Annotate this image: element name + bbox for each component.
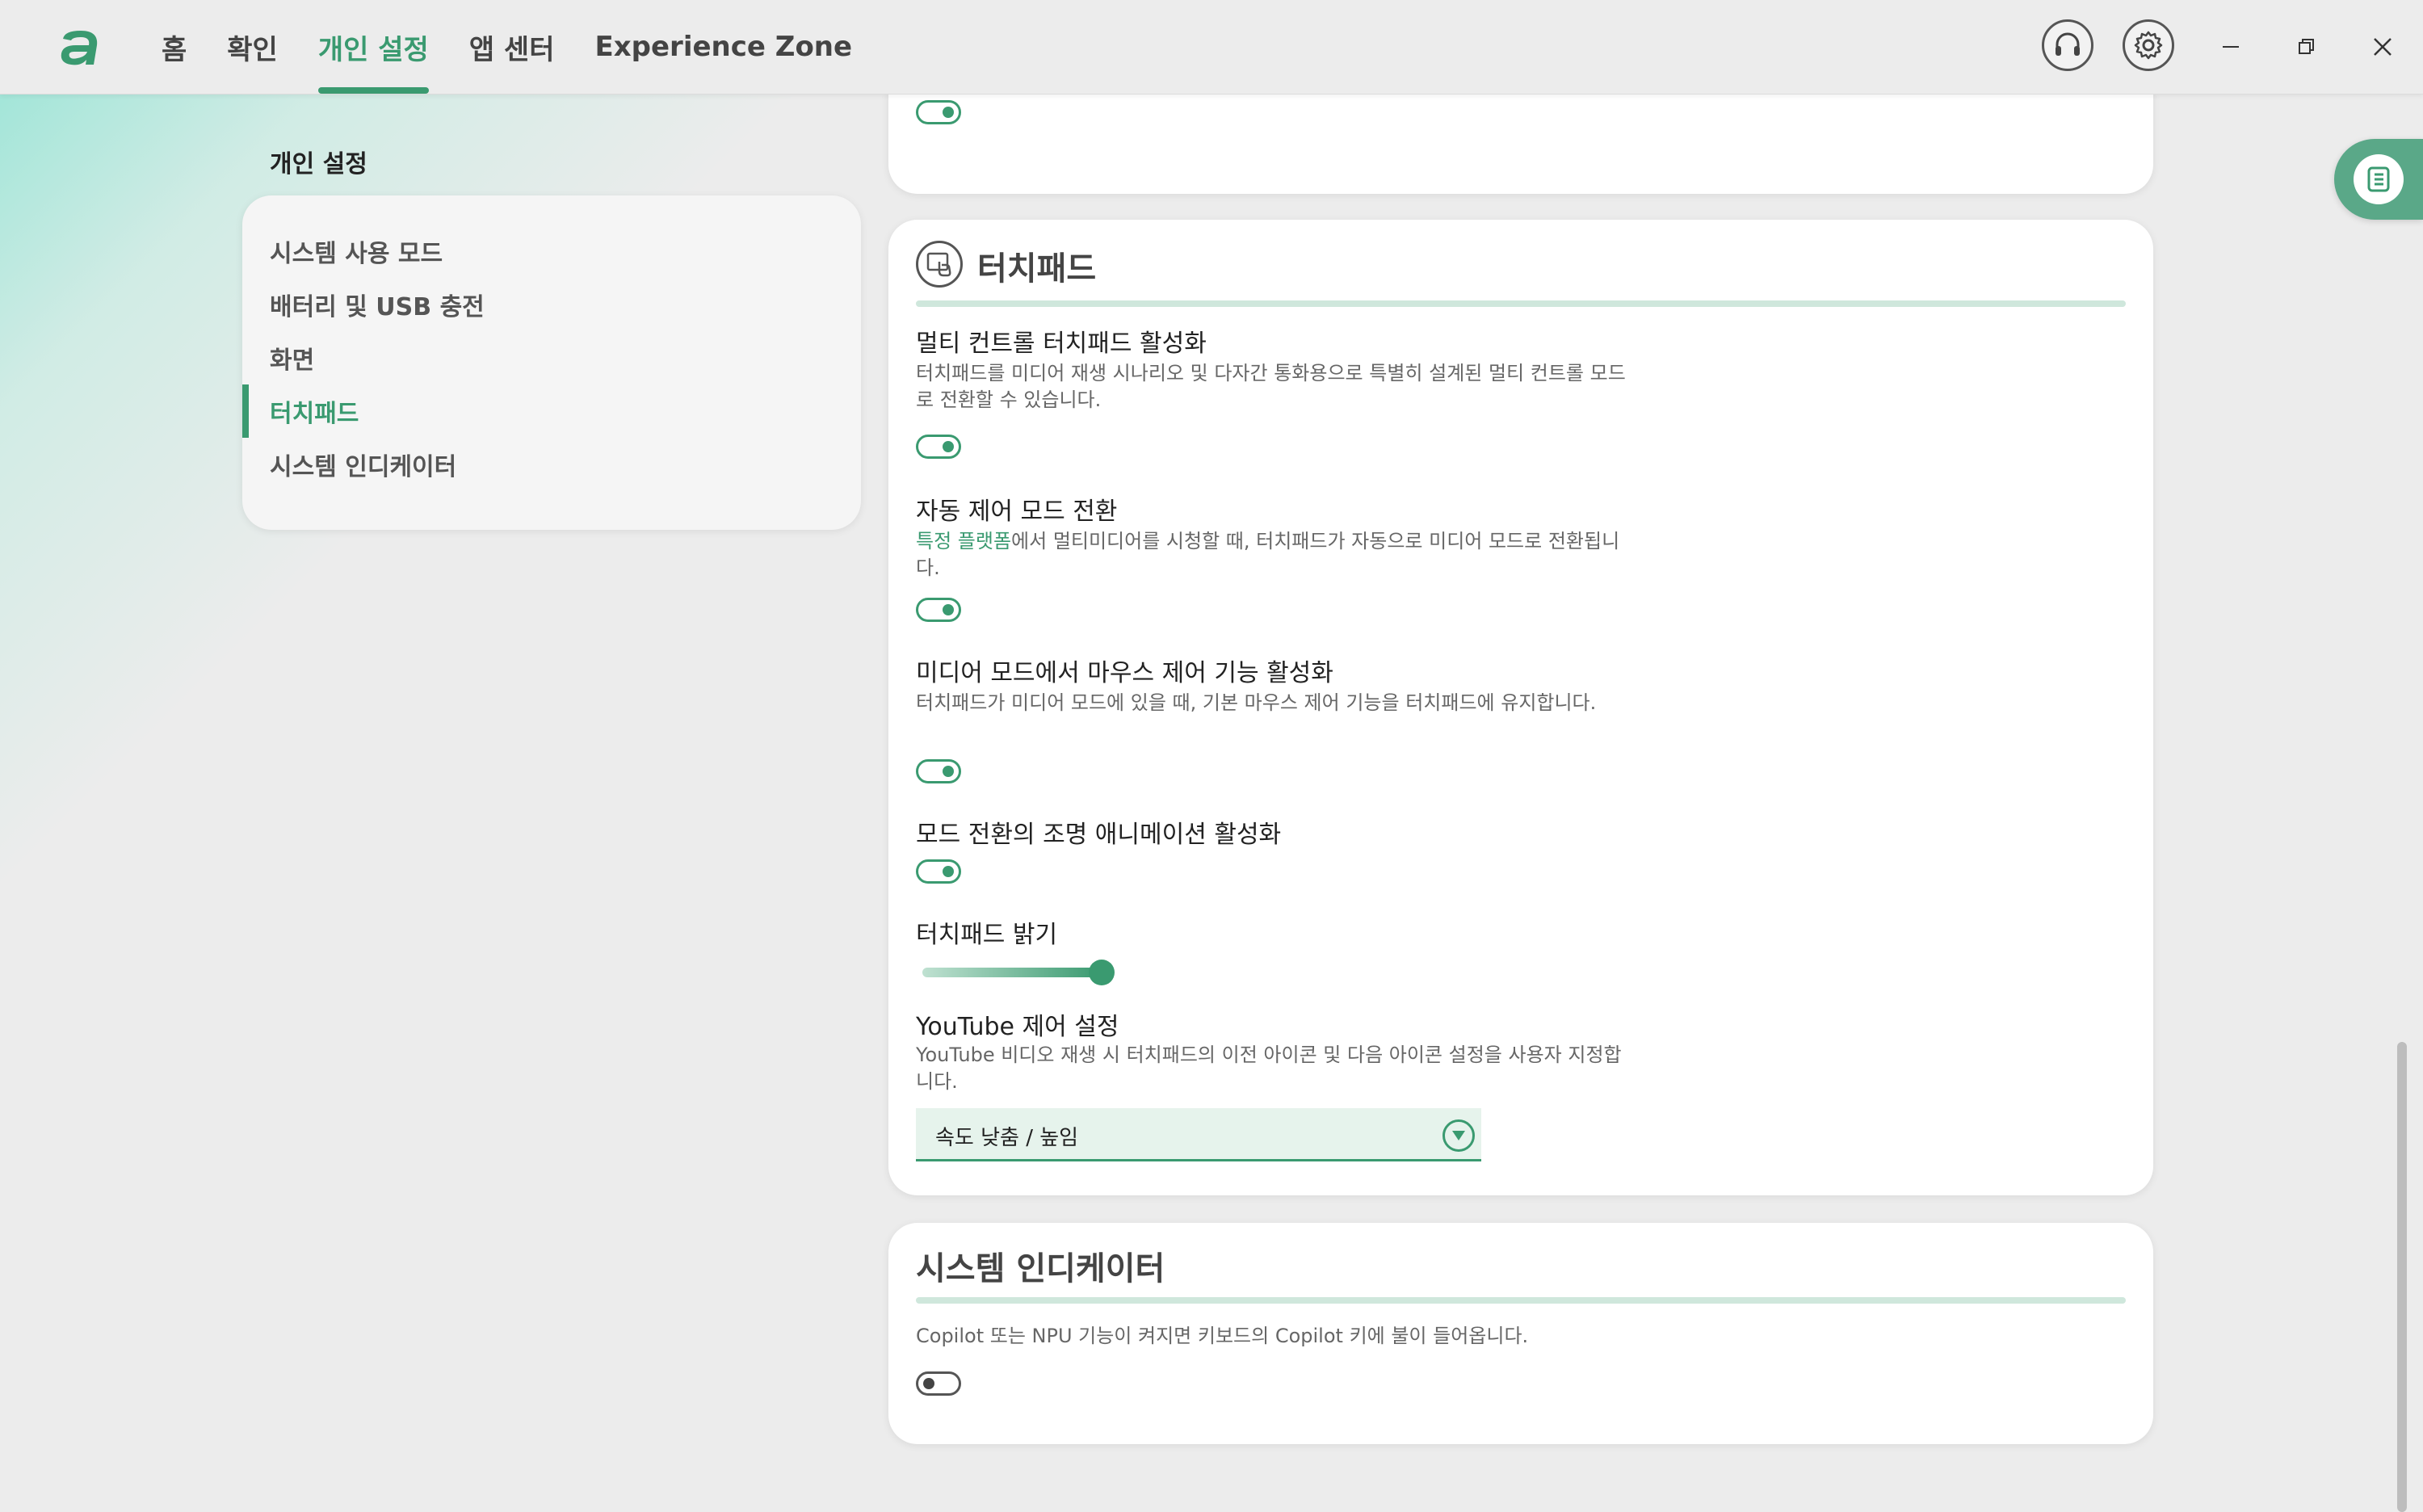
- specific-platform-link[interactable]: 특정 플랫폼: [916, 530, 1011, 552]
- multi-control-title: 멀티 컨트롤 터치패드 활성화: [916, 330, 1207, 358]
- settings-button[interactable]: [2123, 19, 2174, 71]
- mouse-control-toggle[interactable]: [916, 759, 961, 783]
- indicator-toggle[interactable]: [916, 1371, 961, 1396]
- auto-switch-title: 자동 제어 모드 전환: [916, 498, 1118, 526]
- minimize-icon: [2223, 46, 2239, 48]
- brightness-slider[interactable]: [922, 968, 1102, 977]
- mouse-control-title: 미디어 모드에서 마우스 제어 기능 활성화: [916, 659, 1333, 687]
- sidebar-item-battery-usb[interactable]: 배터리 및 USB 충전: [242, 278, 861, 331]
- tab-app-center[interactable]: 앱 센터: [469, 0, 555, 94]
- close-button[interactable]: [2363, 27, 2402, 66]
- touchpad-separator: [916, 300, 2126, 307]
- touchpad-card: 터치패드 멀티 컨트롤 터치패드 활성화 터치패드를 미디어 재생 시나리오 및…: [888, 220, 2153, 1195]
- youtube-control-desc: YouTube 비디오 재생 시 터치패드의 이전 아이콘 및 다음 아이콘 설…: [916, 1044, 1622, 1093]
- tab-check[interactable]: 확인: [227, 0, 278, 94]
- sidebar-item-touchpad[interactable]: 터치패드: [242, 384, 861, 438]
- multi-control-desc: 터치패드를 미디어 재생 시나리오 및 다자간 통화용으로 특별히 설계된 멀티…: [916, 362, 1626, 411]
- indicator-desc: Copilot 또는 NPU 기능이 켜지면 키보드의 Copilot 키에 불…: [916, 1325, 1529, 1347]
- restore-icon: [2299, 39, 2314, 54]
- mouse-control-desc: 터치패드가 미디어 모드에 있을 때, 기본 마우스 제어 기능을 터치패드에 …: [916, 691, 1597, 714]
- multi-control-toggle[interactable]: [916, 435, 961, 459]
- lighting-animation-toggle[interactable]: [916, 859, 961, 884]
- support-button[interactable]: [2042, 19, 2093, 71]
- brightness-slider-thumb[interactable]: [1089, 960, 1115, 985]
- system-indicator-card: 시스템 인디케이터 Copilot 또는 NPU 기능이 켜지면 키보드의 Co…: [888, 1223, 2153, 1444]
- close-icon: [2374, 38, 2392, 56]
- page-scrollbar[interactable]: [2397, 1042, 2407, 1512]
- youtube-control-title: YouTube 제어 설정: [916, 1013, 1119, 1041]
- auto-switch-desc: 특정 플랫폼에서 멀티미디어를 시청할 때, 터치패드가 자동으로 미디어 모드…: [916, 528, 1627, 582]
- previous-section-toggle[interactable]: [916, 100, 961, 124]
- tab-home[interactable]: 홈: [162, 0, 187, 94]
- auto-switch-desc-text: 에서 멀티미디어를 시청할 때, 터치패드가 자동으로 미디어 모드로 전환됩니…: [916, 530, 1620, 579]
- indicator-separator: [916, 1297, 2126, 1304]
- headset-icon: [2056, 32, 2080, 56]
- sidebar-title: 개인 설정: [270, 150, 367, 178]
- gear-icon: [2134, 31, 2163, 60]
- tab-personalization[interactable]: 개인 설정: [317, 0, 429, 94]
- chevron-down-icon: [1442, 1119, 1475, 1152]
- acer-logo-icon[interactable]: [57, 24, 107, 69]
- touchpad-section-title: 터치패드: [977, 250, 1097, 288]
- main-nav: 홈 확인 개인 설정 앱 센터 Experience Zone: [162, 0, 892, 94]
- restore-button[interactable]: [2287, 27, 2326, 66]
- tab-experience-zone[interactable]: Experience Zone: [595, 0, 853, 94]
- panel-list-icon: [2354, 154, 2404, 204]
- youtube-control-selected: 속도 낮춤 / 높임: [935, 1126, 1079, 1150]
- minimize-button[interactable]: [2211, 27, 2250, 66]
- lighting-animation-title: 모드 전환의 조명 애니메이션 활성화: [916, 821, 1282, 849]
- sidebar-item-display[interactable]: 화면: [242, 331, 861, 384]
- sidebar-item-system-indicator[interactable]: 시스템 인디케이터: [242, 438, 861, 491]
- top-bar: 홈 확인 개인 설정 앱 센터 Experience Zone: [0, 0, 2423, 94]
- indicator-section-title: 시스템 인디케이터: [916, 1250, 1165, 1287]
- auto-switch-toggle[interactable]: [916, 598, 961, 622]
- brightness-title: 터치패드 밝기: [916, 921, 1058, 949]
- youtube-control-select[interactable]: 속도 낮춤 / 높임: [916, 1108, 1481, 1161]
- touchpad-icon: [916, 241, 963, 288]
- sidebar-menu: 시스템 사용 모드 배터리 및 USB 충전 화면 터치패드 시스템 인디케이터: [242, 195, 861, 530]
- sidebar-item-usage-mode[interactable]: 시스템 사용 모드: [242, 225, 861, 278]
- side-panel-button[interactable]: [2334, 139, 2423, 220]
